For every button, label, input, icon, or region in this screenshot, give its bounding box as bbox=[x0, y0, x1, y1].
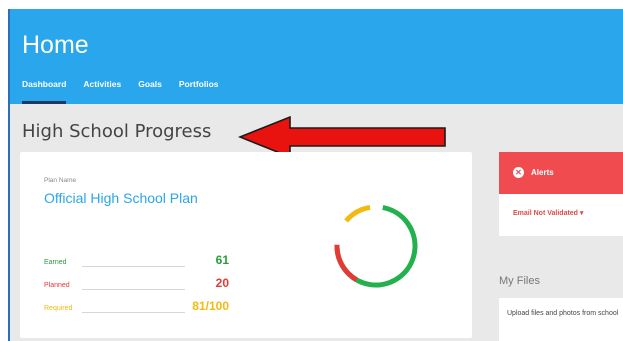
required-row: Required 81/100 bbox=[44, 298, 229, 314]
plan-card: Plan Name Official High School Plan Earn… bbox=[20, 152, 472, 338]
app-window: Home Dashboard Activities Goals Portfoli… bbox=[8, 9, 623, 341]
page-title: Home bbox=[22, 31, 89, 59]
tab-activities[interactable]: Activities bbox=[83, 77, 121, 102]
upload-files-text: Upload files and photos from school bbox=[507, 310, 619, 317]
my-files-title: My Files bbox=[499, 275, 540, 287]
planned-label: Planned bbox=[44, 282, 70, 289]
divider bbox=[82, 266, 185, 267]
planned-value: 20 bbox=[215, 276, 229, 290]
tab-portfolios[interactable]: Portfolios bbox=[179, 77, 219, 102]
tab-goals[interactable]: Goals bbox=[138, 77, 162, 102]
divider bbox=[82, 312, 185, 313]
alerts-card: ✕ Alerts Email Not Validated ▾ bbox=[499, 152, 623, 236]
required-label: Required bbox=[44, 305, 73, 312]
files-card[interactable]: Upload files and photos from school bbox=[499, 298, 623, 341]
progress-ring bbox=[334, 204, 418, 288]
tab-dashboard[interactable]: Dashboard bbox=[22, 77, 67, 104]
alerts-header: ✕ Alerts bbox=[499, 152, 623, 194]
close-circle-icon[interactable]: ✕ bbox=[513, 167, 524, 178]
plan-name-link[interactable]: Official High School Plan bbox=[44, 190, 198, 206]
earned-value: 61 bbox=[215, 253, 229, 267]
tab-bar: Dashboard Activities Goals Portfolios bbox=[22, 77, 236, 104]
earned-label: Earned bbox=[44, 259, 67, 266]
page-header: Home Dashboard Activities Goals Portfoli… bbox=[10, 9, 623, 104]
email-not-validated-link[interactable]: Email Not Validated ▾ bbox=[513, 209, 583, 217]
earned-row: Earned 61 bbox=[44, 252, 229, 268]
section-title: High School Progress bbox=[22, 121, 212, 142]
planned-row: Planned 20 bbox=[44, 275, 229, 291]
alerts-title: Alerts bbox=[531, 168, 554, 177]
divider bbox=[82, 289, 185, 290]
plan-name-label: Plan Name bbox=[44, 177, 77, 184]
required-value: 81/100 bbox=[192, 299, 229, 313]
